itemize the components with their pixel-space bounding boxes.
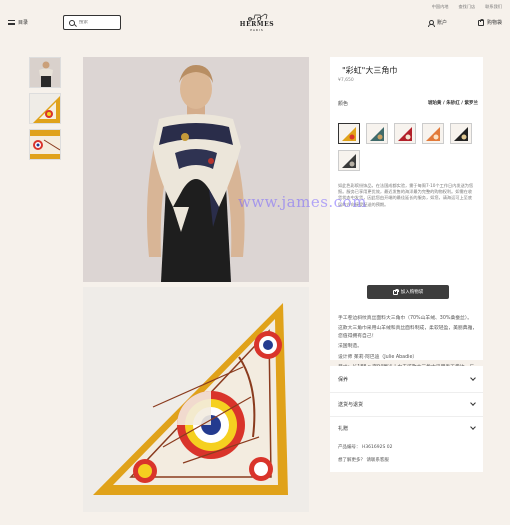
help-line: 想了解更多？ 请联系客服 bbox=[338, 457, 389, 463]
thumbnail-scarf[interactable] bbox=[29, 93, 61, 124]
carriage-icon bbox=[248, 13, 268, 21]
accordion-gift-label: 礼赠 bbox=[338, 426, 349, 432]
shopping-bag-icon bbox=[477, 19, 485, 26]
region-link[interactable]: 中国内地 bbox=[432, 4, 449, 10]
user-icon bbox=[428, 19, 436, 27]
thumbnail-list bbox=[29, 57, 61, 160]
cart-button[interactable]: 购物袋 bbox=[477, 19, 502, 26]
accordion-gift[interactable]: 礼赠 bbox=[338, 424, 478, 432]
contact-link[interactable]: 联系我们 bbox=[485, 4, 502, 10]
add-to-cart-label: 加入购物袋 bbox=[400, 290, 424, 295]
brand-name: HERMES bbox=[239, 21, 275, 28]
brand-city: PARIS bbox=[250, 28, 264, 32]
product-reference: 产品编号： H361692S 02 bbox=[338, 444, 393, 450]
cart-label: 购物袋 bbox=[486, 20, 502, 26]
accordion-care-label: 保养 bbox=[338, 377, 349, 383]
accordion-care[interactable]: 保养 bbox=[338, 375, 478, 383]
contact-service-link[interactable]: 请联系客服 bbox=[366, 458, 389, 463]
accordion-shipping-label: 送货与退货 bbox=[338, 402, 364, 408]
store-locator-link[interactable]: 查找门店 bbox=[458, 4, 475, 10]
add-to-cart-button[interactable]: 加入购物袋 bbox=[367, 285, 449, 299]
watermark-text: www.james.com bbox=[238, 193, 367, 211]
product-title: "彩虹"大三角巾 bbox=[342, 66, 398, 75]
color-label: 颜色 bbox=[338, 101, 349, 107]
divider bbox=[330, 392, 483, 393]
account-button[interactable]: 账户 bbox=[428, 19, 447, 27]
chevron-down-icon bbox=[470, 400, 476, 406]
menu-label: 目录 bbox=[18, 20, 29, 26]
product-accordion: 保养 送货与退货 礼赠 产品编号： H361692S 02 想了解更多？ 请联系… bbox=[330, 366, 483, 472]
account-label: 账户 bbox=[436, 20, 447, 26]
origin-text: 法国制造。 bbox=[338, 344, 362, 350]
divider bbox=[330, 416, 483, 417]
help-text: 想了解更多？ bbox=[338, 458, 365, 463]
swatch-orange[interactable] bbox=[422, 123, 444, 144]
site-header: 目录 HERMES PARIS 账户 购物袋 bbox=[0, 11, 510, 36]
swatch-teal[interactable] bbox=[366, 123, 388, 144]
shopping-bag-icon bbox=[392, 289, 399, 295]
color-swatches bbox=[338, 123, 478, 171]
product-image-model[interactable] bbox=[83, 57, 309, 282]
product-price: ¥7,650 bbox=[338, 78, 354, 83]
menu-button[interactable]: 目录 bbox=[8, 19, 28, 26]
thumbnail-model[interactable] bbox=[29, 57, 61, 88]
chevron-down-icon bbox=[470, 375, 476, 381]
designer-text: 设计师 茱莉·阿巴迪（Julie Abadie） bbox=[338, 354, 418, 360]
thumbnail-scarf-detail[interactable] bbox=[29, 129, 61, 160]
search-box[interactable] bbox=[63, 15, 121, 30]
swatch-black[interactable] bbox=[450, 123, 472, 144]
reference-value: H361692S 02 bbox=[361, 445, 393, 450]
product-image-scarf[interactable] bbox=[83, 287, 309, 512]
swatch-grey[interactable] bbox=[338, 150, 360, 171]
story-text: 这款大三角巾采用山羊绒和真丝面料制成，柔软轻盈，美丽典雅，您值得拥有自己！ bbox=[338, 326, 478, 339]
accordion-shipping[interactable]: 送货与退货 bbox=[338, 400, 478, 408]
search-icon bbox=[69, 19, 75, 26]
reference-label: 产品编号： bbox=[338, 445, 361, 450]
color-row: 颜色 琥珀黄 / 朱砂红 / 紫罗兰 bbox=[338, 100, 478, 107]
material-text: 手工卷边斜纹真丝面料大三角巾（70%山羊绒、30%桑蚕丝）。 bbox=[338, 316, 473, 321]
swatch-yellow[interactable] bbox=[338, 123, 360, 144]
search-input[interactable] bbox=[79, 20, 119, 25]
chevron-down-icon bbox=[470, 424, 476, 430]
brand-logo[interactable]: HERMES PARIS bbox=[232, 11, 282, 32]
swatch-red[interactable] bbox=[394, 123, 416, 144]
hamburger-icon bbox=[8, 20, 15, 25]
color-value: 琥珀黄 / 朱砂红 / 紫罗兰 bbox=[427, 101, 478, 106]
utility-bar: 中国内地 查找门店 联系我们 bbox=[432, 4, 502, 10]
